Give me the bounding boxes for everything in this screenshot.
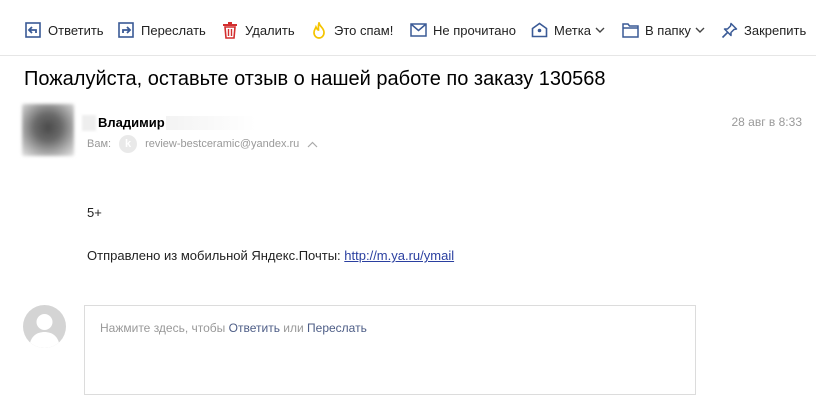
recipient-row: Вам: k review-bestceramic@yandex.ru [87, 135, 318, 153]
pin-icon [720, 21, 738, 39]
chevron-down-icon [695, 27, 705, 33]
chevron-up-icon[interactable] [307, 141, 318, 148]
reply-button[interactable]: Ответить [24, 20, 104, 40]
quick-reply-hint: Нажмите здесь, чтобы Ответить или Пересл… [100, 321, 367, 335]
message-signature: Отправлено из мобильной Яндекс.Почты: ht… [87, 248, 454, 263]
message-date: 28 авг в 8:33 [731, 115, 802, 129]
message-body-line: 5+ [87, 205, 102, 220]
sender-avatar[interactable] [22, 104, 74, 156]
quick-forward-link[interactable]: Переслать [307, 321, 367, 335]
envelope-icon [409, 21, 427, 39]
message-subject: Пожалуйста, оставьте отзыв о нашей работ… [24, 68, 606, 90]
pin-button[interactable]: Закрепить [720, 20, 806, 40]
pin-label: Закрепить [744, 22, 807, 38]
label-dropdown[interactable]: Метка [530, 20, 605, 40]
quick-reply-prefix: Нажмите здесь, чтобы [100, 321, 229, 335]
folder-icon [621, 21, 639, 39]
move-to-folder-dropdown[interactable]: В папку [621, 20, 705, 40]
delete-button[interactable]: Удалить [221, 20, 295, 40]
sender-name[interactable]: Владимир [98, 115, 165, 130]
label-dropdown-label: Метка [554, 22, 591, 38]
forward-icon [117, 21, 135, 39]
forward-button[interactable]: Переслать [117, 20, 206, 40]
tag-icon [530, 21, 548, 39]
user-silhouette-icon [29, 314, 60, 348]
reply-icon [24, 21, 42, 39]
my-avatar [23, 305, 66, 348]
spam-button[interactable]: Это спам! [310, 20, 393, 40]
quick-reply-box[interactable] [84, 305, 696, 395]
forward-label: Переслать [141, 22, 206, 38]
to-label: Вам: [87, 138, 112, 150]
redacted-sender-detail [166, 116, 256, 130]
ymail-link[interactable]: http://m.ya.ru/ymail [344, 248, 454, 263]
delete-label: Удалить [245, 22, 295, 38]
move-to-folder-label: В папку [645, 22, 691, 38]
mark-unread-label: Не прочитано [433, 22, 516, 38]
redacted-surname [82, 115, 96, 131]
spam-flame-icon [310, 21, 328, 39]
recipient-email[interactable]: review-bestceramic@yandex.ru [145, 138, 299, 150]
mark-unread-button[interactable]: Не прочитано [409, 20, 516, 40]
chevron-down-icon [595, 27, 605, 33]
reply-label: Ответить [48, 22, 104, 38]
quick-reply-middle: или [279, 321, 308, 335]
message-toolbar: Ответить Переслать Удалить Это спам! Не … [0, 0, 816, 56]
signature-text: Отправлено из мобильной Яндекс.Почты: [87, 248, 345, 263]
trash-icon [221, 21, 239, 39]
quick-reply-link[interactable]: Ответить [229, 321, 280, 335]
spam-label: Это спам! [334, 22, 394, 38]
recipient-avatar: k [119, 135, 138, 153]
